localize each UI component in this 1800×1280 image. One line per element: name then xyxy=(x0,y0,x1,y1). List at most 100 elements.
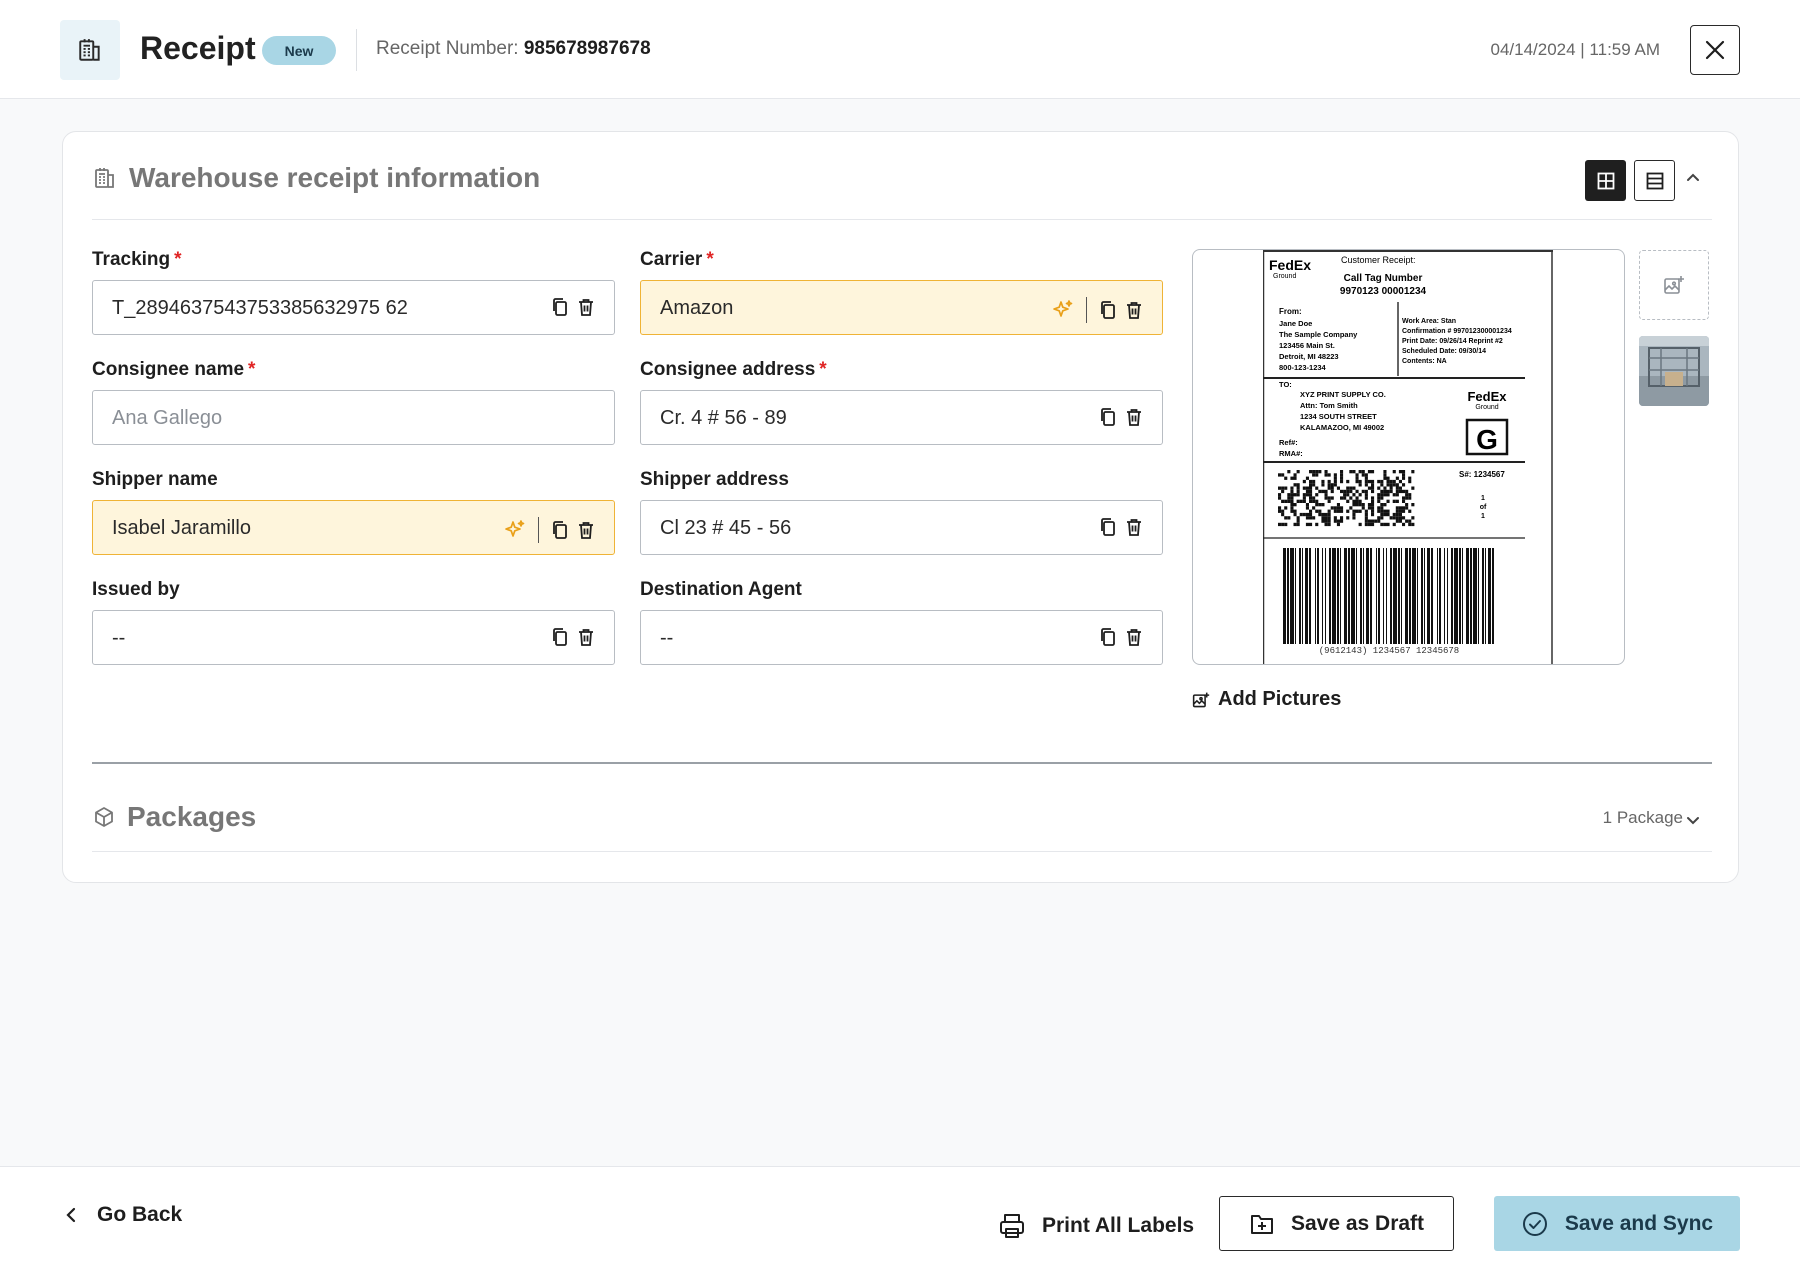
qr-module xyxy=(1355,496,1359,500)
barcode-bar xyxy=(1299,548,1301,644)
qr-module xyxy=(1284,506,1288,510)
barcode-bar xyxy=(1424,548,1425,644)
add-pictures-button[interactable]: Add Pictures xyxy=(1192,688,1341,711)
barcode-bar xyxy=(1478,548,1479,644)
copy-icon[interactable] xyxy=(1099,300,1117,320)
qr-module xyxy=(1358,479,1362,484)
qr-module xyxy=(1305,486,1309,490)
qr-module xyxy=(1293,473,1297,477)
copy-icon[interactable] xyxy=(551,520,569,540)
qr-module xyxy=(1386,476,1390,480)
copy-icon[interactable] xyxy=(551,297,569,317)
qr-module xyxy=(1367,519,1371,523)
consignee-name-placeholder[interactable]: Ana Gallego xyxy=(112,407,222,430)
trash-icon[interactable] xyxy=(577,520,595,540)
field-actions xyxy=(1099,517,1143,537)
qr-module xyxy=(1408,509,1412,513)
carrier-value[interactable]: Amazon xyxy=(660,297,733,320)
qr-module xyxy=(1395,493,1399,497)
trash-icon[interactable] xyxy=(577,627,595,647)
barcode-bar xyxy=(1470,548,1472,644)
shipper-name-value[interactable]: Isabel Jaramillo xyxy=(112,517,251,540)
qr-module xyxy=(1364,512,1368,517)
issued-by-field[interactable]: -- xyxy=(92,610,615,665)
barcode-bar xyxy=(1317,548,1319,644)
barcode-bar xyxy=(1348,548,1350,644)
qr-module xyxy=(1309,512,1313,517)
qr-module xyxy=(1377,493,1381,497)
qr-module xyxy=(1358,493,1362,497)
chevron-down-icon[interactable] xyxy=(1685,812,1701,828)
tracking-field[interactable]: T_2894637543753385632975 62 xyxy=(92,280,615,335)
trash-icon[interactable] xyxy=(1125,627,1143,647)
qr-module xyxy=(1327,479,1331,484)
shipper-address-value[interactable]: Cl 23 # 45 - 56 xyxy=(660,517,791,540)
barcode-bar xyxy=(1451,548,1453,644)
qr-module xyxy=(1377,486,1381,490)
issued-by-value[interactable]: -- xyxy=(112,627,125,650)
qr-module xyxy=(1383,476,1387,480)
label-from-line: 800-123-1234 xyxy=(1279,363,1327,372)
grid-view-button[interactable] xyxy=(1585,160,1626,201)
qr-module xyxy=(1333,516,1337,520)
qr-module xyxy=(1312,496,1316,500)
copy-icon[interactable] xyxy=(1099,517,1117,537)
qr-module xyxy=(1352,486,1356,490)
trash-icon[interactable] xyxy=(1125,407,1143,427)
destination-agent-field[interactable]: -- xyxy=(640,610,1163,665)
trash-icon[interactable] xyxy=(1125,517,1143,537)
chevron-left-icon xyxy=(66,1207,76,1223)
copy-icon[interactable] xyxy=(551,627,569,647)
qr-module xyxy=(1327,509,1331,513)
qr-module xyxy=(1398,512,1402,517)
tracking-value[interactable]: T_2894637543753385632975 62 xyxy=(112,297,408,320)
copy-icon[interactable] xyxy=(1099,627,1117,647)
save-and-sync-button[interactable]: Save and Sync xyxy=(1494,1196,1740,1251)
qr-module xyxy=(1340,519,1344,523)
carrier-field[interactable]: Amazon xyxy=(640,280,1163,335)
consignee-name-field[interactable]: Ana Gallego xyxy=(92,390,615,445)
shipping-label-preview[interactable]: FedEx Ground Customer Receipt: Call Tag … xyxy=(1192,249,1625,665)
qr-module xyxy=(1349,489,1353,494)
save-as-draft-button[interactable]: Save as Draft xyxy=(1219,1196,1454,1251)
barcode-bar xyxy=(1322,548,1323,644)
barcode-bar xyxy=(1405,548,1408,644)
go-back-button[interactable]: Go Back xyxy=(65,1203,182,1227)
building-icon xyxy=(95,168,114,188)
qr-module xyxy=(1367,522,1371,527)
print-all-labels-button[interactable]: Print All Labels xyxy=(998,1201,1194,1251)
consignee-address-value[interactable]: Cr. 4 # 56 - 89 xyxy=(660,407,787,430)
photo-thumbnail[interactable] xyxy=(1639,336,1709,406)
qr-module xyxy=(1383,509,1387,513)
trash-icon[interactable] xyxy=(1125,300,1143,320)
qr-module xyxy=(1290,493,1294,497)
consignee-address-field[interactable]: Cr. 4 # 56 - 89 xyxy=(640,390,1163,445)
shipper-address-field[interactable]: Cl 23 # 45 - 56 xyxy=(640,500,1163,555)
barcode-bar xyxy=(1351,548,1355,644)
barcode-bar xyxy=(1390,548,1392,644)
qr-module xyxy=(1336,503,1340,507)
field-actions xyxy=(551,627,595,647)
qr-module xyxy=(1371,496,1375,500)
chevron-up-icon[interactable] xyxy=(1685,170,1701,186)
section-title: Warehouse receipt information xyxy=(129,162,541,193)
check-circle-icon xyxy=(1522,1211,1547,1236)
qr-module xyxy=(1377,479,1381,484)
barcode-bar xyxy=(1386,548,1387,644)
trash-icon[interactable] xyxy=(577,297,595,317)
qr-module xyxy=(1281,486,1285,490)
shipper-name-field[interactable]: Isabel Jaramillo xyxy=(92,500,615,555)
close-button[interactable] xyxy=(1690,25,1740,75)
destination-agent-value[interactable]: -- xyxy=(660,627,673,650)
qr-module xyxy=(1383,493,1387,497)
packages-header[interactable]: Packages xyxy=(93,801,256,833)
qr-module xyxy=(1398,516,1402,520)
qr-module xyxy=(1361,473,1365,477)
add-image-thumbnail[interactable] xyxy=(1639,250,1709,320)
qr-module xyxy=(1395,499,1399,503)
copy-icon[interactable] xyxy=(1099,407,1117,427)
list-view-button[interactable] xyxy=(1634,160,1675,201)
qr-module xyxy=(1408,493,1412,497)
qr-module xyxy=(1318,489,1322,494)
barcode-bar xyxy=(1437,548,1438,644)
